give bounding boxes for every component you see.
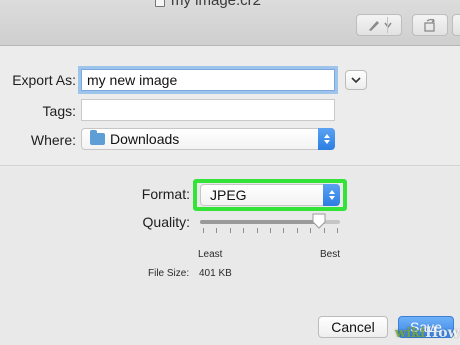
- format-popup[interactable]: JPEG: [200, 184, 340, 206]
- wikihow-watermark: wikiHow: [395, 325, 460, 341]
- format-label: Format:: [141, 186, 190, 202]
- where-label: Where:: [30, 132, 76, 148]
- tags-label: Tags:: [42, 103, 76, 119]
- quality-label: Quality:: [142, 214, 190, 230]
- pen-icon: [369, 21, 392, 31]
- where-popup-value: Downloads: [110, 131, 180, 147]
- quality-slider-tick: [203, 228, 204, 233]
- chevron-down-icon: [351, 76, 361, 83]
- export-sheet-header: Export As: my new image Tags: Where: Dow…: [0, 46, 460, 166]
- expand-dialog-button[interactable]: [345, 70, 367, 90]
- markup-pen-button[interactable]: [356, 14, 402, 36]
- title-bar: my image.cr2: [0, 0, 460, 46]
- quality-slider-tick: [296, 228, 298, 233]
- cancel-button[interactable]: Cancel: [318, 316, 388, 338]
- quality-slider-tick: [270, 228, 271, 233]
- export-options: Format: JPEG Quality: Least Best File Si…: [0, 167, 460, 345]
- quality-slider-tick: [216, 228, 218, 233]
- window-title: my image.cr2: [155, 0, 261, 9]
- document-title-text: my image.cr2: [171, 0, 262, 9]
- quality-slider-tick: [256, 228, 258, 233]
- tags-field[interactable]: [81, 99, 335, 121]
- export-as-label: Export As:: [12, 72, 76, 88]
- quality-max-label: Best: [320, 249, 341, 260]
- format-popup-value: JPEG: [210, 187, 247, 203]
- quality-min-label: Least: [198, 249, 223, 260]
- where-popup-arrows-icon: [318, 128, 335, 150]
- export-as-field[interactable]: my new image: [81, 69, 335, 91]
- quality-slider-tick: [337, 228, 338, 233]
- file-size-value: 401 KB: [199, 268, 232, 279]
- rotate-button[interactable]: [412, 14, 448, 36]
- rotate-icon: [424, 18, 435, 32]
- folder-icon: [90, 130, 105, 145]
- quality-slider-thumb[interactable]: [312, 213, 326, 229]
- document-icon: [155, 0, 165, 7]
- where-popup[interactable]: Downloads: [81, 128, 335, 150]
- quality-slider-tick: [243, 228, 245, 233]
- toolbar-overflow-button[interactable]: [452, 14, 460, 36]
- file-size-label: File Size:: [148, 268, 190, 279]
- quality-slider-tick: [229, 228, 231, 233]
- format-popup-arrows-icon: [323, 184, 340, 206]
- quality-slider-tick: [283, 228, 285, 233]
